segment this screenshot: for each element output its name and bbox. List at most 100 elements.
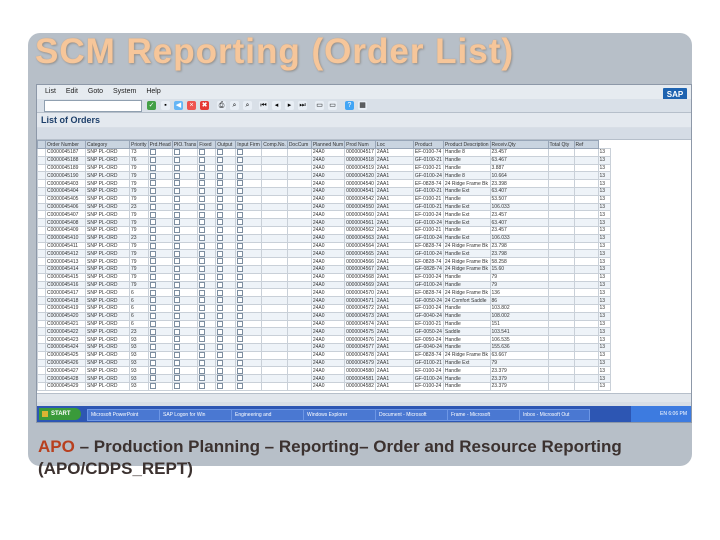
column-header[interactable]: Total Qty [547,140,575,149]
checkbox[interactable] [217,321,224,327]
column-header[interactable]: Prd.Head [147,140,173,149]
table-row[interactable]: C0000045426 SNP PL-ORD 93 24A0 0000004579 2AA… [37,358,611,368]
checkbox[interactable] [217,243,224,249]
checkbox[interactable] [217,375,224,382]
checkbox[interactable] [237,297,244,304]
checkbox[interactable] [217,344,224,351]
row-selector[interactable] [37,210,46,220]
menu-item-help[interactable]: Help [146,88,160,95]
checkbox[interactable] [237,375,244,382]
checkbox[interactable] [199,149,206,156]
checkbox[interactable] [149,305,156,312]
first-page-icon[interactable]: ⏮ [259,101,268,110]
row-selector[interactable] [37,311,46,321]
checkbox[interactable] [173,321,180,327]
checkbox[interactable] [199,243,206,249]
row-selector[interactable] [37,225,46,235]
taskbar-item[interactable]: Document - Microsoft [375,409,448,421]
column-header[interactable]: Order Number [45,140,86,149]
new-session-icon[interactable]: ▭ [315,101,324,110]
table-row[interactable]: C0000045411 SNP PL-ORD 79 24A0 0000004564 2AA… [37,241,611,251]
checkbox[interactable] [199,336,206,343]
checkbox[interactable] [237,321,244,327]
checkbox[interactable] [173,328,180,335]
checkbox[interactable] [237,243,244,249]
find-icon[interactable]: ⌕ [230,101,239,110]
checkbox[interactable] [173,375,180,382]
checkbox[interactable] [149,149,156,156]
checkbox[interactable] [237,172,244,179]
exit-icon[interactable]: × [187,101,196,110]
table-row[interactable]: C0000045188 SNP PL-ORD 76 24A0 0000004518 2AA… [37,155,611,165]
checkbox[interactable] [173,180,180,187]
checkbox[interactable] [237,282,244,288]
column-header[interactable]: Comp.No. [261,140,288,149]
checkbox[interactable] [173,243,180,249]
table-row[interactable]: C0000045419 SNP PL-ORD 6 24A0 0000004572 2AA1… [37,303,611,313]
checkbox[interactable] [217,172,224,179]
start-button[interactable]: START [39,408,81,420]
checkbox[interactable] [199,250,206,257]
checkbox[interactable] [217,211,224,218]
table-row[interactable]: C0000045429 SNP PL-ORD 93 24A0 0000004582 2AA… [37,381,611,391]
checkbox[interactable] [173,305,180,312]
previous-page-icon[interactable]: ◂ [272,101,281,110]
checkbox[interactable] [217,196,224,203]
checkbox[interactable] [237,235,244,241]
checkbox[interactable] [199,328,206,335]
checkbox[interactable] [173,344,180,351]
column-header[interactable]: Product [412,140,444,149]
checkbox[interactable] [237,250,244,257]
checkbox[interactable] [217,274,224,280]
checkbox[interactable] [199,274,206,280]
checkbox[interactable] [149,266,156,273]
checkbox[interactable] [217,204,224,210]
row-selector[interactable] [37,303,46,313]
checkbox[interactable] [237,352,244,358]
checkbox[interactable] [237,196,244,203]
checkbox[interactable] [199,375,206,382]
checkbox[interactable] [199,344,206,351]
checkbox[interactable] [237,367,244,374]
row-selector[interactable] [37,163,46,173]
row-selector[interactable] [37,148,46,157]
command-field[interactable] [44,100,142,112]
checkbox[interactable] [173,219,180,226]
checkbox[interactable] [237,149,244,156]
table-row[interactable]: C0000045403 SNP PL-ORD 79 24A0 0000004540 2AA… [37,179,611,188]
row-selector[interactable] [37,280,46,290]
checkbox[interactable] [199,258,206,265]
checkbox[interactable] [217,282,224,288]
checkbox[interactable] [173,172,180,179]
horizontal-scrollbar[interactable] [37,393,691,402]
checkbox[interactable] [149,172,156,179]
table-row[interactable]: C0000045420 SNP PL-ORD 6 24A0 0000004573 2AA1… [37,311,611,321]
checkbox[interactable] [237,266,244,273]
column-header[interactable]: Input Firm [235,140,263,149]
column-header[interactable]: Category [85,140,130,149]
checkbox[interactable] [199,165,206,171]
checkbox[interactable] [217,305,224,312]
checkbox[interactable] [217,250,224,257]
checkbox[interactable] [149,274,156,280]
column-header[interactable]: DocCum [286,140,312,149]
select-all-cell[interactable] [37,140,46,149]
last-page-icon[interactable]: ⏭ [298,101,307,110]
checkbox[interactable] [237,227,244,234]
checkbox[interactable] [173,274,180,280]
checkbox[interactable] [149,165,156,171]
table-row[interactable]: C0000045404 SNP PL-ORD 79 24A0 0000004541 2AA… [37,186,611,196]
checkbox[interactable] [217,297,224,304]
table-row[interactable]: C0000045410 SNP PL-ORD 23 24A0 0000004563 2AA… [37,233,611,243]
column-header[interactable]: Product Description [442,140,491,149]
checkbox[interactable] [199,367,206,374]
checkbox[interactable] [149,297,156,304]
table-row[interactable]: C0000045412 SNP PL-ORD 79 24A0 0000004565 2AA… [37,249,611,259]
column-header[interactable]: Receiv.Qty [489,140,549,149]
checkbox[interactable] [237,359,244,366]
row-selector[interactable] [37,327,46,337]
table-row[interactable]: C0000045187 SNP PL-ORD 73 24A0 0000004517 2AA… [37,148,611,157]
checkbox[interactable] [237,274,244,280]
column-header[interactable]: Ref [573,140,599,149]
print-icon[interactable]: ⎙ [217,101,226,110]
